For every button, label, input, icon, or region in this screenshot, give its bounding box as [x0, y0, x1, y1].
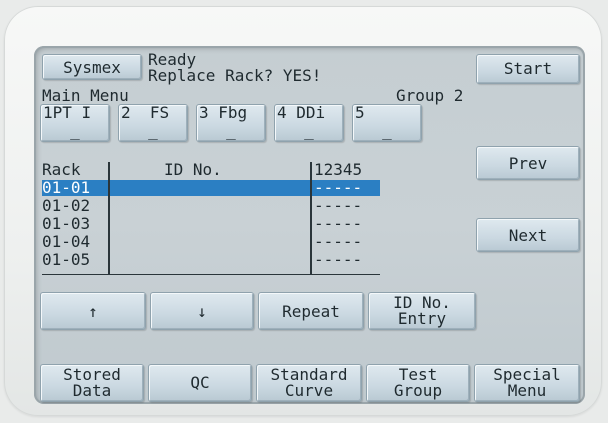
- brand-button[interactable]: Sysmex: [42, 54, 142, 80]
- group-button-1[interactable]: 1PT I _: [40, 104, 110, 142]
- standard-curve-button[interactable]: Standard Curve: [256, 364, 362, 402]
- softkey-label-1: QC: [190, 373, 210, 392]
- lcd-screen: Sysmex Ready Replace Rack? YES! Start Ma…: [34, 46, 585, 404]
- start-label: Start: [503, 59, 553, 78]
- col-header-tests: 12345: [314, 160, 363, 179]
- group-button-label: 4 DDi: [277, 103, 326, 122]
- device-bezel: Sysmex Ready Replace Rack? YES! Start Ma…: [4, 6, 602, 416]
- table-bottom-divider: [42, 274, 380, 275]
- tests-cell: -----: [314, 196, 363, 215]
- scroll-up-button[interactable]: ↑: [40, 292, 146, 330]
- stored-data-button[interactable]: Stored Data: [40, 364, 144, 402]
- id-entry-button[interactable]: ID No. Entry: [368, 292, 476, 330]
- col-header-rack: Rack: [42, 160, 81, 179]
- rack-cell: 01-04: [42, 232, 91, 251]
- qc-button[interactable]: QC: [148, 364, 252, 402]
- repeat-button[interactable]: Repeat: [258, 292, 364, 330]
- group-button-3[interactable]: 3 Fbg _: [196, 104, 266, 142]
- down-arrow-icon: ↓: [197, 302, 207, 321]
- group-button-dash: _: [304, 121, 314, 140]
- rack-cell: 01-05: [42, 250, 91, 269]
- main-menu-title: Main Menu: [42, 86, 129, 105]
- group-button-dash: _: [382, 121, 392, 140]
- col-divider-tests: [310, 162, 312, 274]
- tests-cell: -----: [314, 232, 363, 251]
- col-header-id: ID No.: [164, 160, 222, 179]
- next-button[interactable]: Next: [476, 218, 580, 252]
- softkey-label-2: Group: [393, 381, 443, 400]
- start-button[interactable]: Start: [476, 54, 580, 84]
- id-entry-label-2: Entry: [397, 309, 447, 328]
- group-button-dash: _: [226, 121, 236, 140]
- softkey-label-2: Curve: [284, 381, 334, 400]
- tests-cell: -----: [314, 250, 363, 269]
- group-button-label: 1PT I: [43, 103, 92, 122]
- group-button-5[interactable]: 5 _: [352, 104, 422, 142]
- next-label: Next: [508, 226, 548, 245]
- col-divider-rack: [108, 162, 110, 274]
- special-menu-button[interactable]: Special Menu: [474, 364, 580, 402]
- test-group-button[interactable]: Test Group: [366, 364, 470, 402]
- status-line-2: Replace Rack? YES!: [148, 66, 322, 85]
- group-button-dash: _: [148, 121, 158, 140]
- tests-cell: -----: [314, 178, 363, 197]
- up-arrow-icon: ↑: [88, 302, 98, 321]
- group-button-label: 5: [355, 103, 365, 122]
- prev-label: Prev: [508, 154, 548, 173]
- softkey-label-2: Data: [72, 381, 112, 400]
- rack-cell: 01-02: [42, 196, 91, 215]
- group-button-2[interactable]: 2 FS _: [118, 104, 188, 142]
- group-label: Group 2: [396, 86, 464, 105]
- brand-label: Sysmex: [63, 58, 121, 77]
- group-button-label: 2 FS: [121, 103, 170, 122]
- group-button-4[interactable]: 4 DDi _: [274, 104, 344, 142]
- scroll-down-button[interactable]: ↓: [150, 292, 254, 330]
- group-button-dash: _: [70, 121, 80, 140]
- prev-button[interactable]: Prev: [476, 146, 580, 180]
- rack-cell: 01-03: [42, 214, 91, 233]
- repeat-label: Repeat: [282, 302, 340, 321]
- tests-cell: -----: [314, 214, 363, 233]
- rack-cell: 01-01: [42, 178, 91, 197]
- softkey-label-2: Menu: [507, 381, 547, 400]
- group-button-label: 3 Fbg: [199, 103, 248, 122]
